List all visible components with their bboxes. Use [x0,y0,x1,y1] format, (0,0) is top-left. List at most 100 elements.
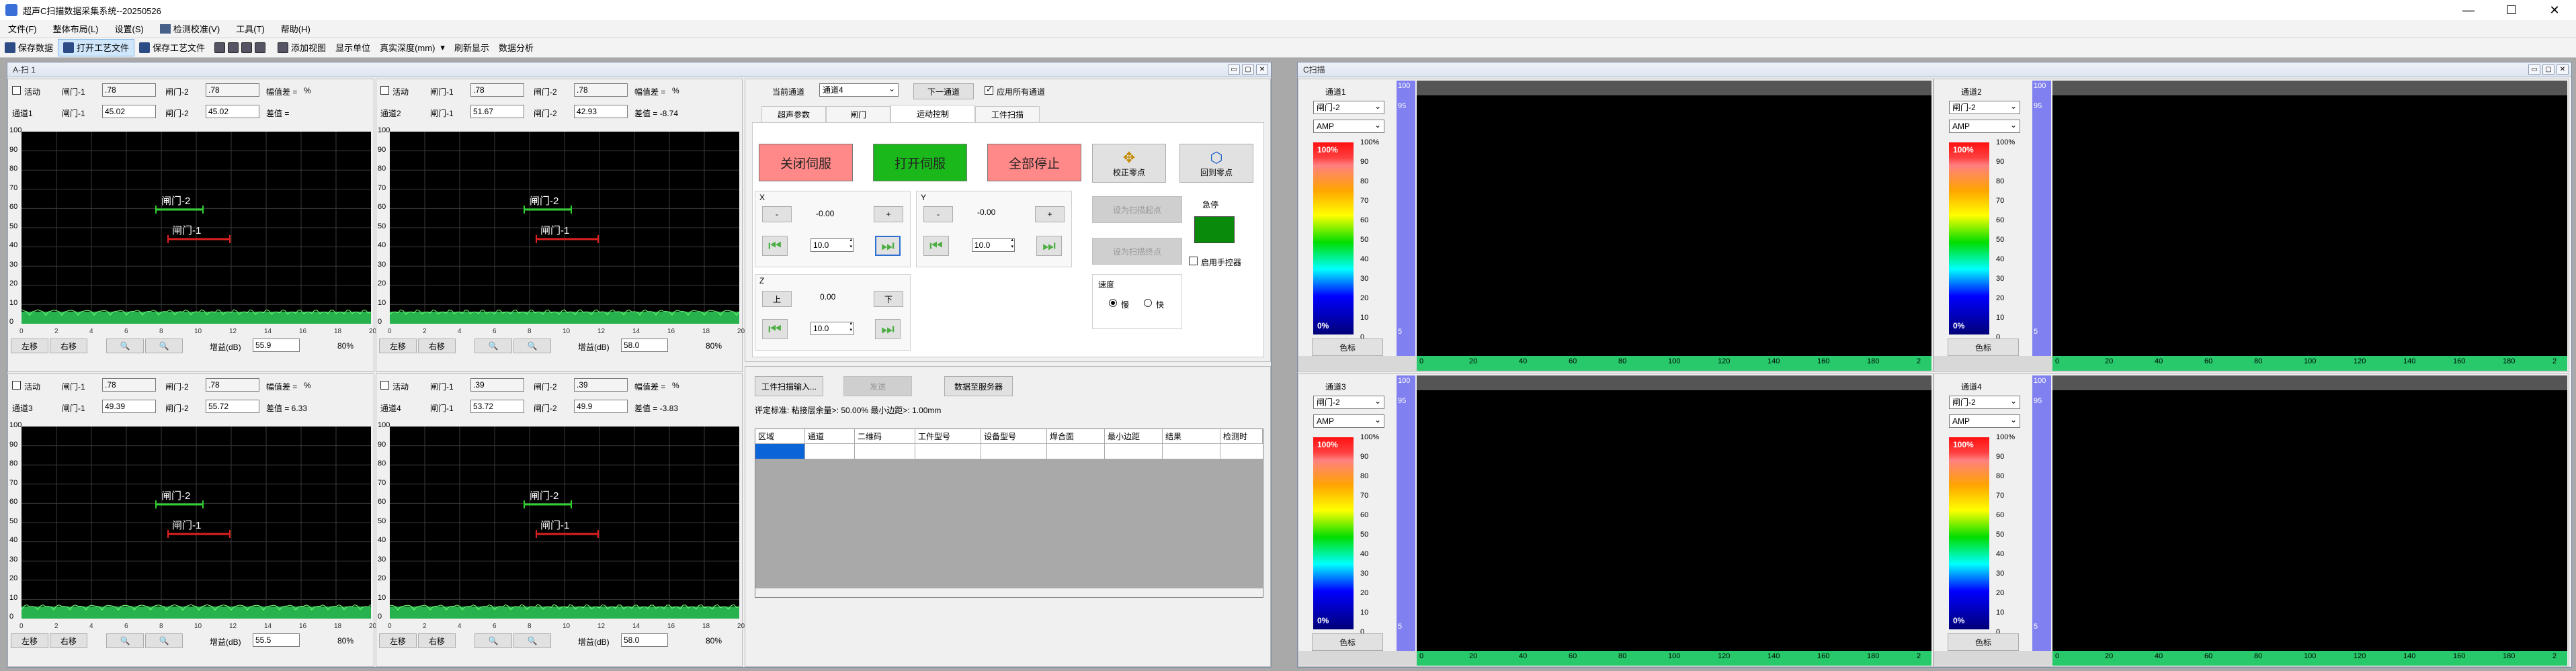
y-plus-button[interactable]: + [1035,206,1065,222]
move-left-button[interactable]: 左移 [379,633,417,648]
active-checkbox[interactable] [12,86,21,95]
cscan-image[interactable] [2052,390,2567,651]
cwin-min-button[interactable]: ▭ [2528,64,2540,75]
gate1-top-input[interactable]: .78 [470,83,524,97]
active-checkbox[interactable] [12,381,21,390]
x-minus-button[interactable]: - [762,206,792,222]
gate2-value[interactable]: 42.93 [574,105,628,118]
move-right-button[interactable]: 右移 [418,633,456,648]
emergency-stop-button[interactable] [1194,216,1235,243]
cscan-gate-select[interactable]: 闸门-2 [1313,100,1384,114]
x-step-input[interactable]: 10.0 [811,237,854,252]
gain-input[interactable]: 55.5 [253,633,300,647]
col-area[interactable]: 区域 [755,429,805,443]
col-result[interactable]: 结果 [1163,429,1220,443]
data-analysis-button[interactable]: 数据分析 [494,39,538,56]
view-layout-buttons[interactable] [210,39,273,56]
table-cell-selected[interactable] [755,444,805,459]
gate1-value[interactable]: 49.39 [102,400,156,413]
menu-help[interactable]: 帮助(H) [273,22,319,35]
y-minus-button[interactable]: - [923,206,953,222]
palette-button[interactable]: 色标 [1948,633,2019,651]
win-max-button[interactable]: ▢ [1242,64,1254,75]
maximize-button[interactable]: ☐ [2490,0,2533,20]
set-scan-end-button[interactable]: 设为扫描终点 [1092,238,1182,265]
palette-button[interactable]: 色标 [1312,633,1383,651]
x-plus-button[interactable]: + [874,206,903,222]
send-button[interactable]: 发送 [843,376,912,396]
table-cell[interactable] [1163,444,1220,459]
speed-fast-radio[interactable] [1144,299,1152,307]
col-weld-face[interactable]: 焊合面 [1047,429,1105,443]
x-end-right-icon[interactable]: ⏭ [875,236,901,256]
cscan-mode-select[interactable]: AMP [1313,119,1384,133]
results-table[interactable]: 区域 通道 二维码 工件型号 设备型号 焊合面 最小边距 结果 检测时 [755,429,1263,598]
cscan-gate-select[interactable]: 闸门-2 [1949,100,2020,114]
close-servo-button[interactable]: 关闭伺服 [759,144,853,181]
x-home-left-icon[interactable]: ⏮ [762,236,788,256]
move-left-button[interactable]: 左移 [11,339,48,353]
layout-3-icon[interactable] [241,42,253,53]
save-process-file-button[interactable]: 保存工艺文件 [134,39,210,56]
move-right-button[interactable]: 右移 [50,633,87,648]
table-row[interactable] [755,444,1263,459]
cscan-gate-select[interactable]: 闸门-2 [1949,395,2020,409]
gate2-value[interactable]: 55.72 [206,400,259,413]
table-cell[interactable] [1105,444,1163,459]
gain-input[interactable]: 58.0 [621,339,668,352]
col-check-time[interactable]: 检测时 [1220,429,1263,443]
stop-all-button[interactable]: 全部停止 [987,144,1081,181]
return-origin-button[interactable]: ⬡ 回到零点 [1179,144,1253,183]
table-cell[interactable] [855,444,915,459]
zoom-in-button[interactable]: 🔍 [106,633,144,648]
z-home-left-icon[interactable]: ⏮ [762,319,788,339]
handwheel-checkbox[interactable] [1189,257,1198,265]
gate1-value[interactable]: 45.02 [102,105,156,118]
y-step-input[interactable]: 10.0 [972,237,1015,252]
move-left-button[interactable]: 左移 [379,339,417,353]
display-unit-button[interactable]: 显示单位 [331,39,375,56]
data-to-server-button[interactable]: 数据至服务器 [944,376,1013,396]
refresh-display-button[interactable]: 刷新显示 [450,39,494,56]
gate2-value[interactable]: 49.9 [574,400,628,413]
gate1-top-input[interactable]: .78 [102,83,156,97]
active-checkbox[interactable] [380,381,389,390]
close-button[interactable]: ✕ [2533,0,2576,20]
col-workpiece-model[interactable]: 工件型号 [915,429,981,443]
gate1-top-input[interactable]: .78 [102,378,156,392]
col-qrcode[interactable]: 二维码 [855,429,915,443]
gain-input[interactable]: 55.9 [253,339,300,352]
gain-input[interactable]: 58.0 [621,633,668,647]
zoom-out-button[interactable]: 🔍 [145,339,183,353]
layout-2-icon[interactable] [228,42,239,53]
gate2-top-input[interactable]: .78 [206,378,259,392]
cscan-mode-select[interactable]: AMP [1949,414,2020,428]
table-cell[interactable] [805,444,855,459]
cscan-image[interactable] [1417,95,1931,356]
table-cell[interactable] [981,444,1047,459]
menu-file[interactable]: 文件(F) [0,22,45,35]
cscan-image[interactable] [2052,95,2567,356]
zoom-out-button[interactable]: 🔍 [513,339,551,353]
palette-button[interactable]: 色标 [1312,339,1383,356]
z-end-right-icon[interactable]: ⏭ [875,319,901,339]
table-cell[interactable] [915,444,981,459]
minimize-button[interactable]: — [2447,0,2490,20]
zoom-out-button[interactable]: 🔍 [513,633,551,648]
cscan-image[interactable] [1417,390,1931,651]
set-scan-start-button[interactable]: 设为扫描起点 [1092,196,1182,223]
real-depth-button[interactable]: 真实深度(mm) ▾ [375,39,450,56]
gate1-value[interactable]: 53.72 [470,400,524,413]
open-servo-button[interactable]: 打开伺服 [873,144,967,181]
layout-1-icon[interactable] [214,42,226,53]
y-home-left-icon[interactable]: ⏮ [923,236,949,256]
win-min-button[interactable]: ▭ [1228,64,1240,75]
menu-settings[interactable]: 设置(S) [107,22,152,35]
gate2-top-input[interactable]: .39 [574,378,628,392]
gate2-top-input[interactable]: .78 [206,83,259,97]
move-left-button[interactable]: 左移 [11,633,48,648]
tab-motion[interactable]: 运动控制 [890,105,975,122]
gate1-value[interactable]: 51.67 [470,105,524,118]
cscan-gate-select[interactable]: 闸门-2 [1313,395,1384,409]
win-close-button[interactable]: ✕ [1256,64,1268,75]
